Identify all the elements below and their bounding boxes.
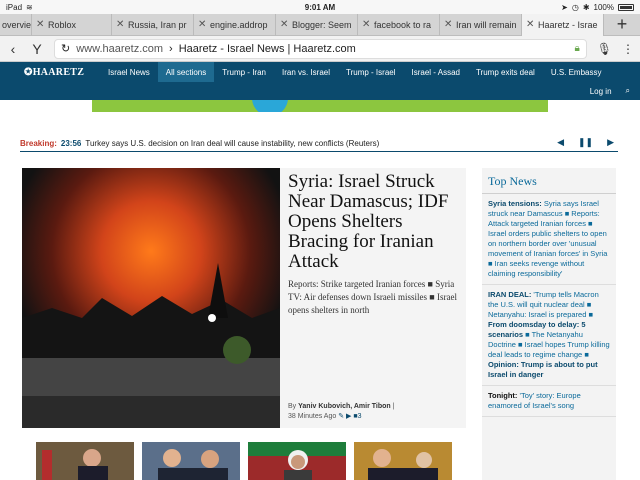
close-icon[interactable]: ✕ (198, 19, 206, 30)
close-icon[interactable]: ✕ (116, 19, 124, 30)
tag: IRAN DEAL: (488, 290, 532, 299)
tab-label: Haaretz - Israe (538, 20, 598, 30)
close-icon[interactable]: ✕ (362, 19, 370, 30)
lead-summary[interactable]: Reports: Strike targeted Iranian forces … (288, 278, 462, 317)
prev-icon[interactable]: ◀ (557, 137, 564, 148)
site-nav: ✪HAARETZ Israel News All sections Trump … (0, 62, 640, 82)
tab-label: Russia, Iran pr (128, 20, 187, 30)
url-sep: › (169, 42, 173, 55)
nav-trump-exits-deal[interactable]: Trump exits deal (468, 62, 543, 82)
more-icon[interactable]: ⋮ (622, 42, 634, 56)
byline-prefix: By (288, 403, 297, 410)
top-news-panel: Top News Syria tensions: Syria says Isra… (482, 168, 616, 480)
tab-7[interactable]: ✕ Iran will remain (440, 14, 522, 36)
nav-all-sections[interactable]: All sections (157, 62, 215, 82)
new-tab-button[interactable]: + (604, 14, 640, 35)
byline-authors[interactable]: Yaniv Kubovich, Amir Tibon (298, 403, 391, 410)
lead-story: Syria: Israel Struck Near Damascus; IDF … (22, 168, 466, 428)
device-label: iPad (6, 2, 23, 12)
breaking-text[interactable]: Turkey says U.S. decision on Iran deal w… (85, 139, 379, 148)
search-icon[interactable]: ⌕ (626, 86, 630, 96)
thumbnail-rouhani[interactable] (248, 442, 346, 480)
lead-photo[interactable] (22, 168, 280, 428)
refresh-icon[interactable]: ↻ (61, 42, 70, 55)
status-bar: iPad ≋ 9:01 AM ➤ ◷ ✱ 100% (0, 0, 640, 14)
ad-banner[interactable] (92, 100, 548, 112)
nav-iran-vs-israel[interactable]: Iran vs. Israel (274, 62, 338, 82)
thumbnail-trump-netanyahu[interactable] (142, 442, 240, 480)
close-icon[interactable]: ✕ (526, 19, 534, 30)
tab-label: engine.addrop (210, 20, 268, 30)
bold-link[interactable]: Opinion: Trump is about to put Israel in… (488, 360, 598, 379)
share-icon[interactable]: Y (30, 41, 44, 57)
tab-label: Iran will remain (456, 20, 517, 30)
pause-icon[interactable]: ❚❚ (578, 137, 593, 148)
top-news-title: Top News (482, 168, 616, 194)
status-time: 9:01 AM (304, 2, 336, 12)
tab-4[interactable]: ✕ engine.addrop (194, 14, 276, 36)
haaretz-logo[interactable]: ✪HAARETZ (0, 67, 100, 78)
video-icon: ▶ (346, 413, 352, 420)
thumbnail-trump[interactable] (36, 442, 134, 480)
close-icon[interactable]: ✕ (444, 19, 452, 30)
bluetooth-icon: ✱ (582, 2, 590, 12)
nav-us-embassy[interactable]: U.S. Embassy (543, 62, 610, 82)
tab-label: Blogger: Seem (292, 20, 352, 30)
tab-strip: overvie ✕ Roblox ✕ Russia, Iran pr ✕ engine… (0, 14, 640, 36)
tab-5[interactable]: ✕ Blogger: Seem (276, 14, 358, 36)
thumbnail-trump-leaders[interactable] (354, 442, 452, 480)
tab-3[interactable]: ✕ Russia, Iran pr (112, 14, 194, 36)
byline-time: 38 Minutes Ago (288, 413, 337, 420)
alarm-icon: ◷ (571, 2, 579, 12)
close-icon[interactable]: ✕ (280, 19, 288, 30)
tab-2[interactable]: ✕ Roblox (32, 14, 112, 36)
pencil-icon: ✎ (338, 413, 345, 420)
microphone-icon[interactable]: 🎙︎ (597, 42, 612, 56)
breaking-news-bar: Breaking: 23:56 Turkey says U.S. decisio… (20, 136, 618, 152)
tab-6[interactable]: ✕ facebook to ra (358, 14, 440, 36)
battery-percent: 100% (593, 2, 614, 12)
lock-icon: 🔒︎ (574, 43, 580, 54)
address-bar-row: ‹ Y ↻ www.haaretz.com › Haaretz - Israel… (0, 36, 640, 62)
tab-active[interactable]: ✕ Haaretz - Israe (522, 14, 604, 36)
nav-israel-news[interactable]: Israel News (100, 62, 158, 82)
tag: Syria tensions: (488, 199, 542, 208)
battery-icon (618, 3, 634, 11)
nav-trump-iran[interactable]: Trump - Iran (214, 62, 274, 82)
url-host: www.haaretz.com (76, 42, 164, 55)
logo-text: HAARETZ (32, 66, 85, 78)
location-icon: ➤ (561, 2, 568, 12)
tab-label: Roblox (48, 20, 77, 30)
breaking-label: Breaking: (20, 139, 57, 148)
tab-label: facebook to ra (374, 20, 432, 30)
thumbnail-row (36, 442, 456, 480)
lead-headline[interactable]: Syria: Israel Struck Near Damascus; IDF … (288, 172, 462, 272)
list-item[interactable]: Tonight: 'Toy' story: Europe enamored of… (482, 386, 616, 417)
nav-trump-israel[interactable]: Trump - Israel (338, 62, 404, 82)
list-item[interactable]: IRAN DEAL: 'Trump tells Macron the U.S. … (482, 285, 616, 386)
tab-label: overvie (2, 20, 32, 30)
back-icon[interactable]: ‹ (6, 41, 20, 57)
next-icon[interactable]: ▶ (607, 137, 614, 148)
byline: By Yaniv Kubovich, Amir Tibon | 38 Minut… (288, 402, 394, 422)
login-link[interactable]: Log in (590, 87, 612, 96)
list-item[interactable]: Syria tensions: Syria says Israel struck… (482, 194, 616, 285)
site-nav-secondary: Log in ⌕ (0, 82, 640, 100)
tab-1[interactable]: overvie (0, 14, 32, 36)
text: Syria says Israel struck near Damascus ■… (488, 199, 608, 278)
wifi-icon: ≋ (26, 2, 33, 12)
url-title: Haaretz - Israel News | Haaretz.com (178, 42, 356, 55)
close-icon[interactable]: ✕ (36, 19, 44, 30)
url-field[interactable]: ↻ www.haaretz.com › Haaretz - Israel New… (54, 38, 587, 59)
ad-graphic (252, 100, 288, 112)
tag: Tonight: (488, 391, 518, 400)
comment-count: 3 (357, 413, 362, 420)
breaking-time: 23:56 (60, 139, 82, 148)
nav-israel-assad[interactable]: Israel - Assad (404, 62, 468, 82)
byline-sep: | (392, 403, 395, 410)
